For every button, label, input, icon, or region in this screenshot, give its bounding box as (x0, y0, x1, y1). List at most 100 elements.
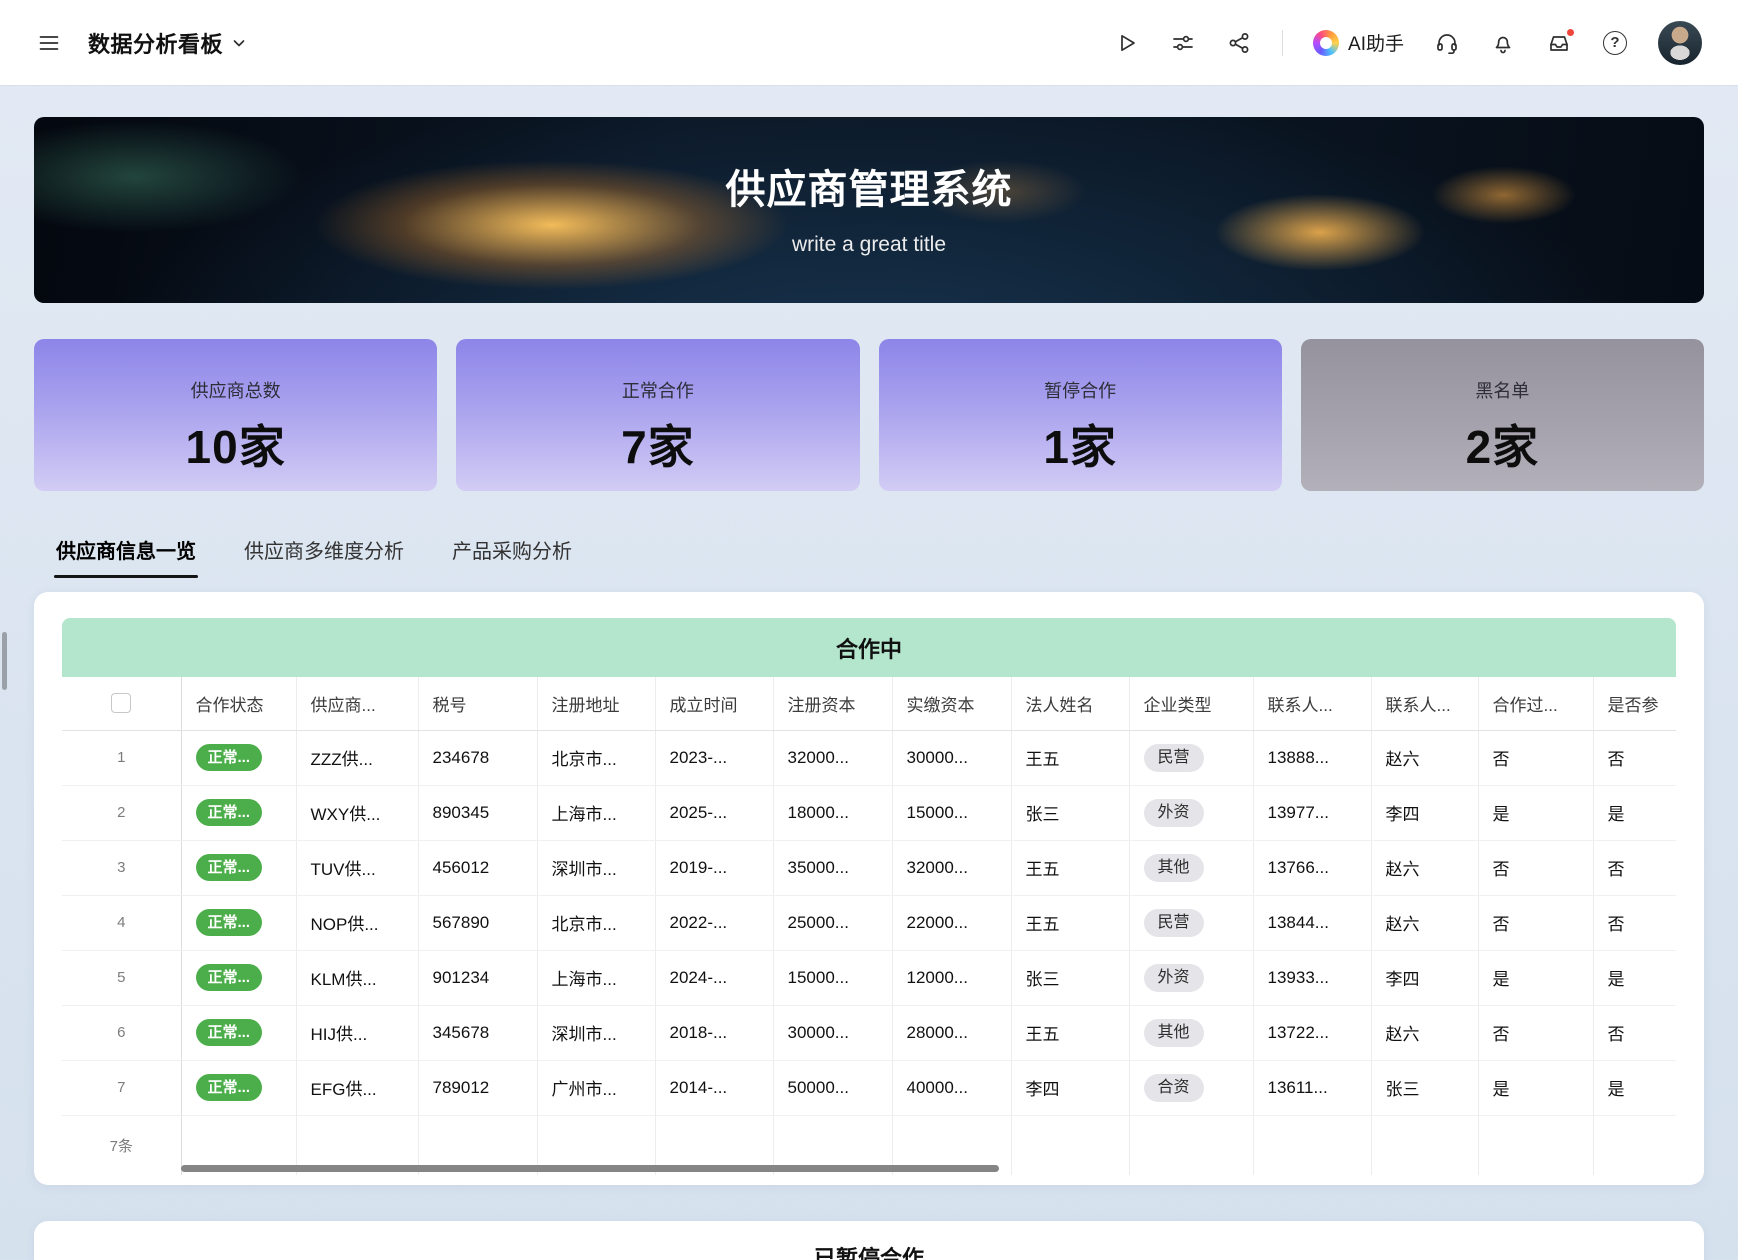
cell-reg-capital: 18000... (773, 785, 892, 840)
cell-supplier: HIJ供... (296, 1005, 418, 1060)
col-header-company-type[interactable]: 企业类型 (1129, 677, 1253, 730)
col-header-status[interactable]: 合作状态 (181, 677, 296, 730)
cell-reg-capital: 35000... (773, 840, 892, 895)
col-header-participate[interactable]: 是否参 (1593, 677, 1676, 730)
cell-paid-capital: 28000... (892, 1005, 1011, 1060)
table-horizontal-scrollbar[interactable] (181, 1165, 999, 1172)
share-icon[interactable] (1226, 30, 1252, 56)
company-type-badge: 外资 (1144, 964, 1204, 992)
cell-coop-history: 是 (1478, 1060, 1593, 1115)
cell-reg-capital: 30000... (773, 1005, 892, 1060)
cell-supplier: WXY供... (296, 785, 418, 840)
hamburger-menu-icon[interactable] (34, 28, 64, 58)
notification-bell-icon[interactable] (1490, 30, 1516, 56)
col-header-coop-history[interactable]: 合作过... (1478, 677, 1593, 730)
ai-assistant-icon (1313, 30, 1339, 56)
cell-company-type: 民营 (1129, 730, 1253, 785)
col-header-paid-capital[interactable]: 实缴资本 (892, 677, 1011, 730)
table-header-row: 合作状态 供应商... 税号 注册地址 成立时间 注册资本 实缴资本 法人姓名 … (62, 677, 1676, 730)
cell-legal-person: 王五 (1011, 1005, 1129, 1060)
cell-founded: 2014-... (655, 1060, 773, 1115)
cell-address: 上海市... (537, 950, 655, 1005)
status-badge: 正常... (196, 909, 263, 936)
table-row[interactable]: 6 正常... HIJ供... 345678 深圳市... 2018-... 3… (62, 1005, 1676, 1060)
cell-tax-no: 567890 (418, 895, 537, 950)
table-row[interactable]: 4 正常... NOP供... 567890 北京市... 2022-... 2… (62, 895, 1676, 950)
page-scrollbar[interactable] (2, 632, 7, 690)
col-header-legal-person[interactable]: 法人姓名 (1011, 677, 1129, 730)
stat-label: 暂停合作 (1044, 377, 1116, 403)
table-row[interactable]: 5 正常... KLM供... 901234 上海市... 2024-... 1… (62, 950, 1676, 1005)
cell-participate: 是 (1593, 1060, 1676, 1115)
cell-reg-capital: 32000... (773, 730, 892, 785)
col-header-contact-name[interactable]: 联系人... (1371, 677, 1478, 730)
col-header-tax-no[interactable]: 税号 (418, 677, 537, 730)
table-row[interactable]: 7 正常... EFG供... 789012 广州市... 2014-... 5… (62, 1060, 1676, 1115)
company-type-badge: 民营 (1144, 744, 1204, 772)
cell-participate: 否 (1593, 840, 1676, 895)
cell-company-type: 外资 (1129, 785, 1253, 840)
cell-status: 正常... (181, 730, 296, 785)
user-avatar[interactable] (1658, 21, 1702, 65)
ai-assistant-button[interactable]: AI助手 (1313, 29, 1404, 56)
ai-assistant-label: AI助手 (1348, 29, 1404, 56)
tab-supplier-overview[interactable]: 供应商信息一览 (56, 535, 196, 578)
cell-founded: 2023-... (655, 730, 773, 785)
cell-contact-phone: 13844... (1253, 895, 1371, 950)
page-title: 数据分析看板 (88, 27, 223, 59)
cell-founded: 2025-... (655, 785, 773, 840)
table-row[interactable]: 1 正常... ZZZ供... 234678 北京市... 2023-... 3… (62, 730, 1676, 785)
table-row[interactable]: 2 正常... WXY供... 890345 上海市... 2025-... 1… (62, 785, 1676, 840)
chevron-down-icon (231, 35, 247, 51)
cell-participate: 是 (1593, 950, 1676, 1005)
tab-supplier-multidimension[interactable]: 供应商多维度分析 (244, 535, 404, 578)
cell-reg-capital: 15000... (773, 950, 892, 1005)
cell-company-type: 合资 (1129, 1060, 1253, 1115)
cell-paid-capital: 15000... (892, 785, 1011, 840)
stat-card-blacklist[interactable]: 黑名单 2家 (1301, 339, 1704, 491)
select-all-checkbox[interactable] (111, 693, 131, 713)
cell-contact-phone: 13933... (1253, 950, 1371, 1005)
cell-address: 深圳市... (537, 840, 655, 895)
cell-status: 正常... (181, 840, 296, 895)
table-row[interactable]: 3 正常... TUV供... 456012 深圳市... 2019-... 3… (62, 840, 1676, 895)
row-index: 3 (62, 840, 181, 895)
cell-supplier: KLM供... (296, 950, 418, 1005)
tab-product-procurement[interactable]: 产品采购分析 (452, 535, 572, 578)
status-badge: 正常... (196, 1019, 263, 1046)
stat-card-suspended-cooperation[interactable]: 暂停合作 1家 (879, 339, 1282, 491)
play-button[interactable] (1114, 30, 1140, 56)
help-icon[interactable]: ? (1602, 30, 1628, 56)
cell-paid-capital: 32000... (892, 840, 1011, 895)
suppliers-tbody: 1 正常... ZZZ供... 234678 北京市... 2023-... 3… (62, 730, 1676, 1115)
cell-status: 正常... (181, 785, 296, 840)
col-header-address[interactable]: 注册地址 (537, 677, 655, 730)
stat-value: 1家 (1043, 411, 1117, 477)
col-header-founded[interactable]: 成立时间 (655, 677, 773, 730)
stat-card-normal-cooperation[interactable]: 正常合作 7家 (456, 339, 859, 491)
cell-address: 广州市... (537, 1060, 655, 1115)
company-type-badge: 外资 (1144, 799, 1204, 827)
col-header-contact-phone[interactable]: 联系人... (1253, 677, 1371, 730)
stat-value: 10家 (186, 411, 286, 477)
cell-tax-no: 789012 (418, 1060, 537, 1115)
row-index: 7 (62, 1060, 181, 1115)
cell-coop-history: 否 (1478, 895, 1593, 950)
cell-contact-name: 张三 (1371, 1060, 1478, 1115)
stat-card-total-suppliers[interactable]: 供应商总数 10家 (34, 339, 437, 491)
settings-sliders-icon[interactable] (1170, 30, 1196, 56)
inbox-icon[interactable] (1546, 30, 1572, 56)
group-header-suspended: 已暂停合作 (62, 1241, 1676, 1260)
headset-support-icon[interactable] (1434, 30, 1460, 56)
dashboard-title-dropdown[interactable]: 数据分析看板 (88, 27, 247, 59)
row-index: 4 (62, 895, 181, 950)
cell-supplier: TUV供... (296, 840, 418, 895)
cell-legal-person: 王五 (1011, 730, 1129, 785)
col-header-supplier[interactable]: 供应商... (296, 677, 418, 730)
cell-paid-capital: 30000... (892, 730, 1011, 785)
tab-bar: 供应商信息一览 供应商多维度分析 产品采购分析 (34, 535, 1704, 578)
main-content: 供应商管理系统 write a great title 供应商总数 10家 正常… (0, 85, 1738, 1260)
stat-label: 正常合作 (622, 377, 694, 403)
col-header-reg-capital[interactable]: 注册资本 (773, 677, 892, 730)
cell-company-type: 外资 (1129, 950, 1253, 1005)
